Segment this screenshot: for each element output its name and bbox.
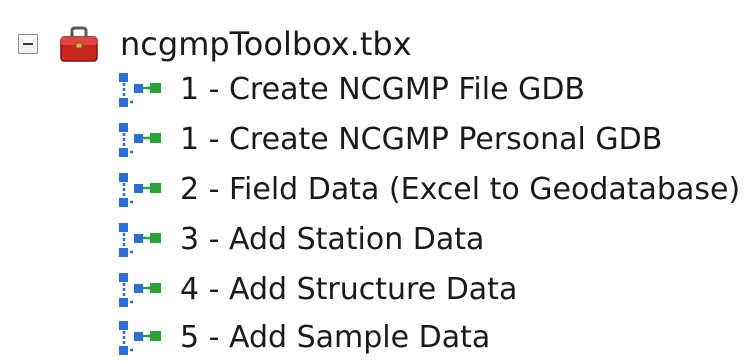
- tool-item-create-personal-gdb[interactable]: 1 - Create NCGMP Personal GDB: [116, 116, 662, 164]
- tool-label: 2 - Field Data (Excel to Geodatabase): [180, 172, 741, 207]
- tool-label: 3 - Add Station Data: [180, 222, 485, 257]
- tool-item-add-station-data[interactable]: 3 - Add Station Data: [116, 216, 484, 264]
- tool-label: 1 - Create NCGMP Personal GDB: [180, 122, 663, 157]
- collapse-expander-icon[interactable]: [18, 34, 38, 54]
- toolbox-label: ncgmpToolbox.tbx: [120, 25, 412, 63]
- toolbox-icon: [60, 26, 98, 62]
- tool-item-add-sample-data[interactable]: 5 - Add Sample Data: [116, 314, 490, 362]
- script-tool-icon: [119, 223, 161, 257]
- toolbox-node[interactable]: ncgmpToolbox.tbx: [18, 18, 412, 70]
- tool-item-add-structure-data[interactable]: 4 - Add Structure Data: [116, 266, 517, 314]
- tool-label: 1 - Create NCGMP File GDB: [180, 72, 586, 107]
- script-tool-icon: [119, 173, 161, 207]
- tool-item-field-data[interactable]: 2 - Field Data (Excel to Geodatabase): [116, 166, 740, 214]
- catalog-tree: ncgmpToolbox.tbx 1 - Create NCGMP File G…: [0, 0, 752, 362]
- tool-item-create-file-gdb[interactable]: 1 - Create NCGMP File GDB: [116, 66, 585, 114]
- script-tool-icon: [119, 73, 161, 107]
- script-tool-icon: [119, 123, 161, 157]
- tool-label: 5 - Add Sample Data: [180, 320, 491, 355]
- script-tool-icon: [119, 321, 161, 355]
- tool-label: 4 - Add Structure Data: [180, 272, 518, 307]
- minus-glyph: [23, 43, 33, 45]
- script-tool-icon: [119, 273, 161, 307]
